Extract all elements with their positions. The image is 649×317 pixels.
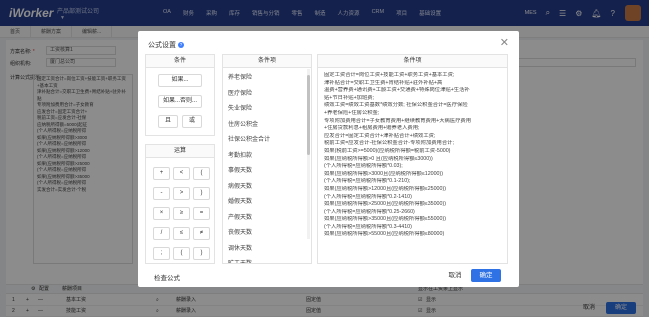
operator-button[interactable]: ( xyxy=(193,167,210,180)
condition-item[interactable]: 考勤扣款 xyxy=(228,149,311,165)
condition-item[interactable]: 社保公积金合计 xyxy=(228,133,311,149)
formula-line: 如果(税前工资>=5000)(应纳税所得额=税前工资-5000) xyxy=(324,147,451,154)
operator-button[interactable]: ≥ xyxy=(173,207,190,220)
formula-line: (个人所得税=应纳税所得额*0.1-210); xyxy=(324,178,411,185)
if-else-button[interactable]: 如果...否则... xyxy=(158,95,202,108)
operator-button[interactable]: ) xyxy=(193,187,210,200)
operator-button[interactable]: ( xyxy=(173,247,190,260)
formula-editor[interactable]: 固定工资合计=岗位工资+技能工资+职务工资+基本工资; 津补贴合计=交职工卫生费+… xyxy=(318,68,507,243)
formula-line: 税前工资=应发合计-社保公积金合计-专项附加费用合计; xyxy=(324,140,454,147)
condition-item[interactable]: 婚假天数 xyxy=(228,195,311,211)
condition-item[interactable]: 住房公积金 xyxy=(228,118,311,134)
formula-line: (个人所得税=应纳税所得额*0.2-1410) xyxy=(324,193,412,200)
condition-item[interactable]: 调休天数 xyxy=(228,242,311,258)
operator-button[interactable]: - xyxy=(153,187,170,200)
condition-item[interactable]: 丧假天数 xyxy=(228,226,311,242)
formula-line: 固定工资合计=岗位工资+技能工资+职务工资+基本工资; xyxy=(324,72,455,78)
condition-item[interactable]: 事假天数 xyxy=(228,164,311,180)
condition-items-panel: 条件项 养老保险 医疗保险 失业保险 住房公积金 社保公积金合计 考勤扣款 事假天数 病假天数… xyxy=(222,54,312,264)
formula-line: 津补贴合计=交职工卫生费+胃结补贴+驻外补贴+高 xyxy=(324,79,443,86)
formula-line: 绩效工资=绩效工资基数*绩效分数; 社保公积金合计=医疗保险 xyxy=(324,102,468,109)
help-icon[interactable]: ? xyxy=(178,42,184,48)
formula-line: 专项附加费用合计=子女教育费用+继续教育费用+大病医疗费用 xyxy=(324,117,472,124)
dialog-title: 公式设置? xyxy=(148,42,184,49)
operator-button[interactable]: / xyxy=(153,227,170,240)
close-icon[interactable]: ✕ xyxy=(500,36,509,49)
formula-line: +养老保险+住房公积金; xyxy=(324,109,380,116)
formula-line: 如果(应纳税所得额>25000且(应纳税所得额≤35000)) xyxy=(324,201,446,208)
operator-button[interactable]: ; xyxy=(153,247,170,260)
items-scroll-thumb[interactable] xyxy=(307,75,310,155)
formula-line: 如果(应纳税所得额>55000且(应纳税所得额≤80000) xyxy=(324,231,445,238)
operator-button[interactable]: = xyxy=(193,207,210,220)
items-header: 条件项 xyxy=(223,55,311,68)
operator-button[interactable]: + xyxy=(153,167,170,180)
formula-line: (个人所得税=应纳税所得额*0.3-4410) xyxy=(324,223,412,230)
operator-button[interactable]: ≤ xyxy=(173,227,190,240)
formula-line: 如果(应纳税所得额>0 且(应纳税所得额≤3000)) xyxy=(324,155,433,162)
if-button[interactable]: 如果... xyxy=(158,74,202,87)
operator-button[interactable]: × xyxy=(153,207,170,220)
condition-item[interactable]: 病假天数 xyxy=(228,180,311,196)
formula-line: (个人所得税=应纳税所得额*0.25-2660) xyxy=(324,208,415,215)
condition-item[interactable]: 产假天数 xyxy=(228,211,311,227)
condition-item[interactable]: 失业保险 xyxy=(228,102,311,118)
formula-line: 应发合计=固定工资合计+津补贴合计+绩效工资; xyxy=(324,132,436,139)
formula-line: 如果(应纳税所得额>35000且(应纳税所得额≤55000)) xyxy=(324,216,446,223)
formula-line: 温费+营养费+通讯费+工龄工资+交通费+特殊岗位津贴+生活补 xyxy=(324,87,470,94)
conditions-header: 条件 xyxy=(146,55,214,68)
operator-button[interactable]: ) xyxy=(193,247,210,260)
expression-panel: 条件项 固定工资合计=岗位工资+技能工资+职务工资+基本工资; 津补贴合计=交职工… xyxy=(317,54,508,264)
operator-button[interactable]: > xyxy=(173,187,190,200)
formula-line: (个人所得税=应纳税所得额*0.03); xyxy=(324,163,403,170)
formula-settings-dialog: 公式设置? ✕ 条件 如果... 如果...否则... 且 或 运算 + <(- >… xyxy=(138,31,519,287)
check-formula-button[interactable]: 检查公式 xyxy=(154,272,180,282)
dialog-cancel-button[interactable]: 取消 xyxy=(443,269,467,282)
or-button[interactable]: 或 xyxy=(182,115,202,128)
and-button[interactable]: 且 xyxy=(158,115,178,128)
operator-button[interactable]: < xyxy=(173,167,190,180)
formula-line: 贴+节日补贴+加班费; xyxy=(324,94,375,101)
operators-panel: 运算 xyxy=(145,144,215,264)
operator-button[interactable]: ≠ xyxy=(193,227,210,240)
condition-item[interactable]: 医疗保险 xyxy=(228,87,311,103)
condition-item[interactable]: 旷工天数 xyxy=(228,257,311,263)
formula-line: 如果(应纳税所得额>12000且(应纳税所得额≤25000)) xyxy=(324,185,446,192)
formula-line: 如果(应纳税所得额>3000且(应纳税所得额≤12000)) xyxy=(324,170,444,177)
condition-item[interactable]: 养老保险 xyxy=(228,71,311,87)
operators-header: 运算 xyxy=(146,145,214,158)
expression-header: 条件项 xyxy=(318,55,507,68)
formula-line: +住房贷款利息+租房费用+赡养老人费用; xyxy=(324,125,420,132)
dialog-ok-button[interactable]: 确定 xyxy=(471,269,501,282)
